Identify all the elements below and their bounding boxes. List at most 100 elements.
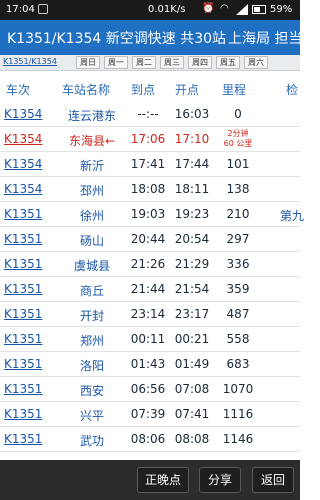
row-train[interactable]: K1351 [4,232,42,246]
row-arrival: 01:43 [130,357,166,371]
row-train[interactable]: K1351 [4,382,42,396]
row-train[interactable]: K1351 [4,207,42,221]
row-extra: 第九 [280,209,305,223]
row-arrival: 17:06 [130,132,166,146]
row-distance: 1070 [222,382,254,396]
table-row[interactable]: K1351 商丘 21:44 21:54 359 [0,277,300,302]
row-departure: 07:08 [174,382,210,396]
late-info-button[interactable]: 正晚点 [137,467,189,493]
row-departure: 20:54 [174,232,210,246]
table-row-current[interactable]: K1354 东海县← 17:06 17:10 2分钟 60 公里 [0,127,300,152]
row-train[interactable]: K1354 [4,182,42,196]
row-station[interactable]: 开封 [62,307,122,324]
row-station[interactable]: 西安 [62,382,122,399]
table-row[interactable]: K1351 郑州 00:11 00:21 558 [0,327,300,352]
row-train[interactable]: K1351 [4,332,42,346]
message-icon [38,4,48,14]
table-row[interactable]: K1351 洛阳 01:43 01:49 683 [0,352,300,377]
row-train[interactable]: K1351 [4,282,42,296]
table-row[interactable]: K1351 砀山 20:44 20:54 297 [0,227,300,252]
network-speed: 0.01K/s [148,4,186,15]
table-row[interactable]: K1351 西安 06:56 07:08 1070 [0,377,300,402]
row-distance: 297 [226,232,250,246]
table-row[interactable]: K1351 开封 23:14 23:17 487 [0,302,300,327]
row-arrival: 23:14 [130,307,166,321]
day-thursday[interactable]: 周四 [188,56,212,69]
row-distance: 2分钟 60 公里 [223,129,253,148]
row-station[interactable]: 东海县← [62,132,122,149]
status-time: 17:04 [6,4,35,15]
battery-icon [252,5,266,14]
row-station-label: 东海县 [68,134,105,148]
row-departure: 07:41 [174,407,210,421]
share-button[interactable]: 分享 [199,467,241,493]
row-train[interactable]: K1354 [4,107,42,121]
row-distance: 138 [226,182,250,196]
row-station[interactable]: 虞城县 [62,257,122,274]
bottom-toolbar: 正晚点 分享 返回 [0,460,300,500]
row-station[interactable]: 郑州 [62,332,122,349]
row-distance: 101 [226,157,250,171]
table-row[interactable]: K1351 徐州 19:03 19:23 210 第九 [0,202,304,227]
row-departure: 21:54 [174,282,210,296]
row-train[interactable]: K1351 [4,307,42,321]
row-departure: 08:08 [174,432,210,446]
table-header: 车次 车站名称 到点 开点 里程 检 [0,76,300,102]
row-arrival: 21:26 [130,257,166,271]
header-departure: 开点 [175,83,200,97]
row-distance: 359 [226,282,250,296]
row-station[interactable]: 徐州 [62,207,122,224]
header-station: 车站名称 [62,83,111,97]
row-station[interactable]: 连云港东 [62,107,122,124]
header-extra: 检 [286,83,299,97]
table-row[interactable]: K1351 兴平 07:39 07:41 1116 [0,402,300,427]
table-row[interactable]: K1354 连云港东 --:-- 16:03 0 [0,102,300,127]
row-distance: 1116 [222,407,254,421]
row-train[interactable]: K1354 [4,157,42,171]
row-distance: 210 [226,207,250,221]
row-train[interactable]: K1351 [4,257,42,271]
day-tuesday[interactable]: 周二 [132,56,156,69]
row-departure: 21:29 [174,257,210,271]
row-train[interactable]: K1351 [4,357,42,371]
bureau-label: 上海局 担当 [228,31,303,47]
day-sunday[interactable]: 周日 [76,56,100,69]
table-row[interactable]: K1354 邳州 18:08 18:11 138 [0,177,300,202]
row-train[interactable]: K1354 [4,132,42,146]
row-arrival: 06:56 [130,382,166,396]
table-row[interactable]: K1351 虞城县 21:26 21:29 336 [0,252,300,277]
day-saturday[interactable]: 周六 [244,56,268,69]
row-distance: 487 [226,307,250,321]
day-monday[interactable]: 周一 [104,56,128,69]
row-arrival: --:-- [137,107,159,121]
header-train: 车次 [6,83,31,97]
row-departure: 17:44 [174,157,210,171]
table-row[interactable]: K1351 武功 08:06 08:08 1146 [0,427,300,452]
row-arrival: 19:03 [130,207,166,221]
header-arrival: 到点 [131,83,156,97]
row-station[interactable]: 洛阳 [62,357,122,374]
row-train[interactable]: K1351 [4,407,42,421]
row-station[interactable]: 兴平 [62,407,122,424]
row-distance: 1146 [222,432,254,446]
row-arrival: 20:44 [130,232,166,246]
table-row[interactable]: K1354 新沂 17:41 17:44 101 [0,152,300,177]
day-friday[interactable]: 周五 [216,56,240,69]
row-distance: 0 [234,107,242,121]
weekday-bar: K1351/K1354 周日 周一 周二 周三 周四 周五 周六 [0,55,300,71]
row-departure: 00:21 [174,332,210,346]
row-arrival: 17:41 [130,157,166,171]
wifi-icon: ◠ [220,3,229,14]
row-departure: 16:03 [174,107,210,121]
row-station[interactable]: 新沂 [62,157,122,174]
back-button[interactable]: 返回 [252,467,294,493]
row-station[interactable]: 邳州 [62,182,122,199]
row-station[interactable]: 武功 [62,432,122,449]
row-train[interactable]: K1351 [4,432,42,446]
weekday-train-link[interactable]: K1351/K1354 [3,57,57,66]
row-station[interactable]: 商丘 [62,282,122,299]
page-title: K1351/K1354 新空调快速 共30站 [7,31,227,47]
day-wednesday[interactable]: 周三 [160,56,184,69]
row-departure: 01:49 [174,357,210,371]
row-station[interactable]: 砀山 [62,232,122,249]
